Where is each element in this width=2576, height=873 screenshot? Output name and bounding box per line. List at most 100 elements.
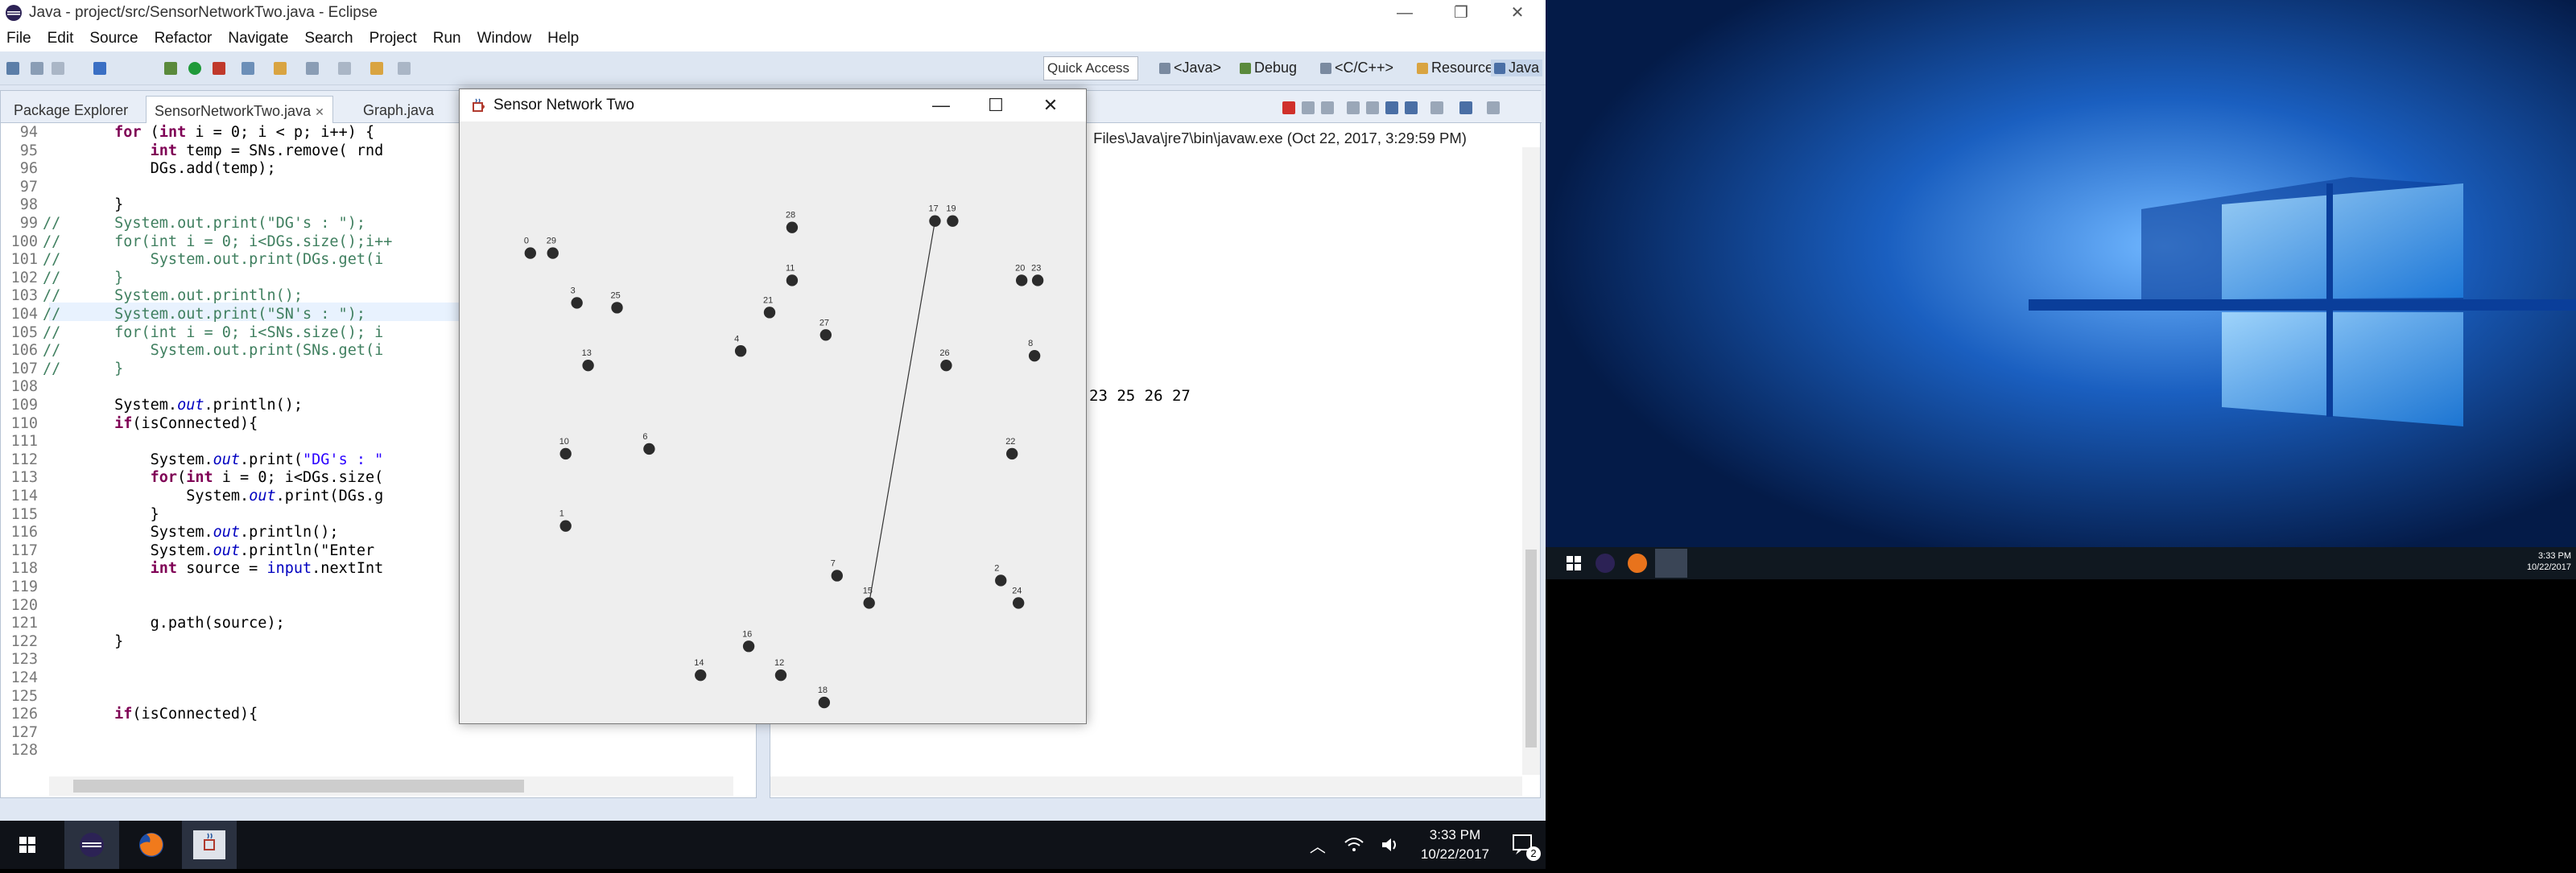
code-line[interactable]: 126 if(isConnected){ [1,705,258,723]
save-all-icon[interactable] [52,62,64,75]
code-line[interactable]: 105// for(int i = 0; i<SNs.size(); i [1,323,384,342]
code-line[interactable]: 120 [1,596,43,615]
mini-eclipse-icon[interactable] [1596,554,1615,573]
terminate-icon[interactable] [1282,101,1295,114]
menu-project[interactable]: Project [369,30,417,47]
debug-icon[interactable] [164,62,177,75]
code-line[interactable]: 96 DGs.add(temp); [1,159,276,178]
mini-firefox-icon[interactable] [1628,554,1647,573]
code-line[interactable]: 117 System.out.println("Enter [1,542,375,560]
menu-window[interactable]: Window [477,30,532,47]
perspective-resource[interactable]: Resource [1417,60,1493,76]
code-line[interactable]: 95 int temp = SNs.remove( rnd [1,142,384,160]
frame-minimize-button[interactable]: — [914,89,968,121]
remove-launch-icon[interactable] [1302,101,1315,114]
restore-button[interactable]: ❐ [1433,0,1489,26]
taskbar-eclipse[interactable] [64,821,119,869]
menu-edit[interactable]: Edit [47,30,74,47]
tab-package-explorer[interactable]: Package Explorer [14,102,128,119]
code-line[interactable]: 101// System.out.print(DGs.get(i [1,250,384,269]
menu-navigate[interactable]: Navigate [228,30,288,47]
code-line[interactable]: 94 for (int i = 0; i < p; i++) { [1,123,374,142]
new-icon[interactable] [6,62,19,75]
menu-search[interactable]: Search [304,30,353,47]
annotation-icon[interactable] [338,62,351,75]
remove-all-icon[interactable] [1321,101,1334,114]
action-center-button[interactable]: 2 [1501,821,1546,869]
code-line[interactable]: 112 System.out.print("DG's : " [1,451,384,469]
console-scroll-thumb[interactable] [1525,550,1537,747]
close-button[interactable]: ✕ [1489,0,1546,26]
code-line[interactable]: 98 } [1,196,124,214]
code-line[interactable]: 122 } [1,632,124,651]
code-line[interactable]: 106// System.out.print(SNs.get(i [1,341,384,360]
back-icon[interactable] [370,62,383,75]
open-type-icon[interactable] [274,62,287,75]
menu-help[interactable]: Help [547,30,579,47]
taskbar-clock[interactable]: 3:33 PM 10/22/2017 [1421,826,1489,864]
wifi-icon[interactable] [1344,836,1364,854]
code-line[interactable]: 99// System.out.print("DG's : "); [1,214,365,233]
mini-java-app-icon[interactable] [1655,549,1687,578]
chevron-up-icon[interactable]: ︿ [1310,834,1326,857]
editor-scroll-thumb[interactable] [73,780,524,793]
toggle-icon[interactable] [93,62,106,75]
new-class-icon[interactable] [242,62,254,75]
mini-clock[interactable]: 3:33 PM 10/22/2017 [2527,550,2571,573]
mini-start-icon[interactable] [1567,556,1581,570]
menu-file[interactable]: File [6,30,31,47]
forward-icon[interactable] [398,62,411,75]
menu-run[interactable]: Run [433,30,461,47]
minimize-button[interactable]: — [1377,0,1433,26]
taskbar-java-app[interactable] [182,821,237,869]
code-line[interactable]: 123 [1,650,43,669]
code-line[interactable]: 118 int source = input.nextInt [1,559,384,578]
pin-console-icon[interactable] [1405,101,1418,114]
code-line[interactable]: 97 [1,178,43,196]
external-tools-icon[interactable] [213,62,225,75]
tab-close-icon[interactable]: ✕ [315,105,324,118]
perspective-java[interactable]: Java [1491,60,1543,76]
code-line[interactable]: 107// } [1,360,124,378]
open-console-icon[interactable] [1459,101,1472,114]
frame-maximize-button[interactable]: ☐ [968,89,1023,121]
menu-source[interactable]: Source [89,30,138,47]
minimize-view-icon[interactable] [1487,101,1500,114]
code-line[interactable]: 121 g.path(source); [1,614,285,632]
code-line[interactable]: 100// for(int i = 0; i<DGs.size();i++ [1,233,393,251]
code-line[interactable]: 128 [1,741,43,760]
scroll-lock-icon[interactable] [1366,101,1379,114]
console-horizontal-scrollbar[interactable] [770,776,1522,796]
quick-access-input[interactable]: Quick Access [1043,56,1138,80]
code-line[interactable]: 108 [1,377,43,396]
frame-close-button[interactable]: ✕ [1023,89,1078,121]
sensor-network-canvas[interactable]: 0 292817 1920 23113 25 212742681310 6 2217 22415… [460,121,1086,723]
code-line[interactable]: 111 [1,432,43,451]
taskbar-firefox[interactable] [124,821,179,869]
volume-icon[interactable] [1381,836,1402,854]
code-line[interactable]: 109 System.out.println(); [1,396,303,414]
code-line[interactable]: 103// System.out.println(); [1,286,303,305]
code-line[interactable]: 102// } [1,269,124,287]
perspective-cpp[interactable]: <C/C++> [1320,60,1393,76]
code-line[interactable]: 127 [1,723,43,742]
code-line[interactable]: 116 System.out.println(); [1,523,339,542]
word-wrap-icon[interactable] [1385,101,1398,114]
code-line[interactable]: 110 if(isConnected){ [1,414,258,433]
code-line[interactable]: 115 } [1,505,159,524]
display-console-icon[interactable] [1430,101,1443,114]
code-line[interactable]: 114 System.out.print(DGs.g [1,487,384,505]
start-button[interactable] [0,821,55,869]
perspective-java-custom[interactable]: <Java> [1159,60,1221,76]
perspective-debug[interactable]: Debug [1240,60,1297,76]
code-line[interactable]: 113 for(int i = 0; i<DGs.size( [1,468,384,487]
code-line[interactable]: 104// System.out.print("SN's : "); [1,305,365,323]
clear-console-icon[interactable] [1347,101,1360,114]
tab-sensor-network-two[interactable]: SensorNetworkTwo.java ✕ [146,96,333,123]
code-line[interactable]: 125 [1,687,43,706]
menu-refactor[interactable]: Refactor [155,30,213,47]
search-icon[interactable] [306,62,319,75]
tab-graph[interactable]: Graph.java [363,102,434,119]
save-icon[interactable] [31,62,43,75]
run-icon[interactable] [188,62,201,75]
